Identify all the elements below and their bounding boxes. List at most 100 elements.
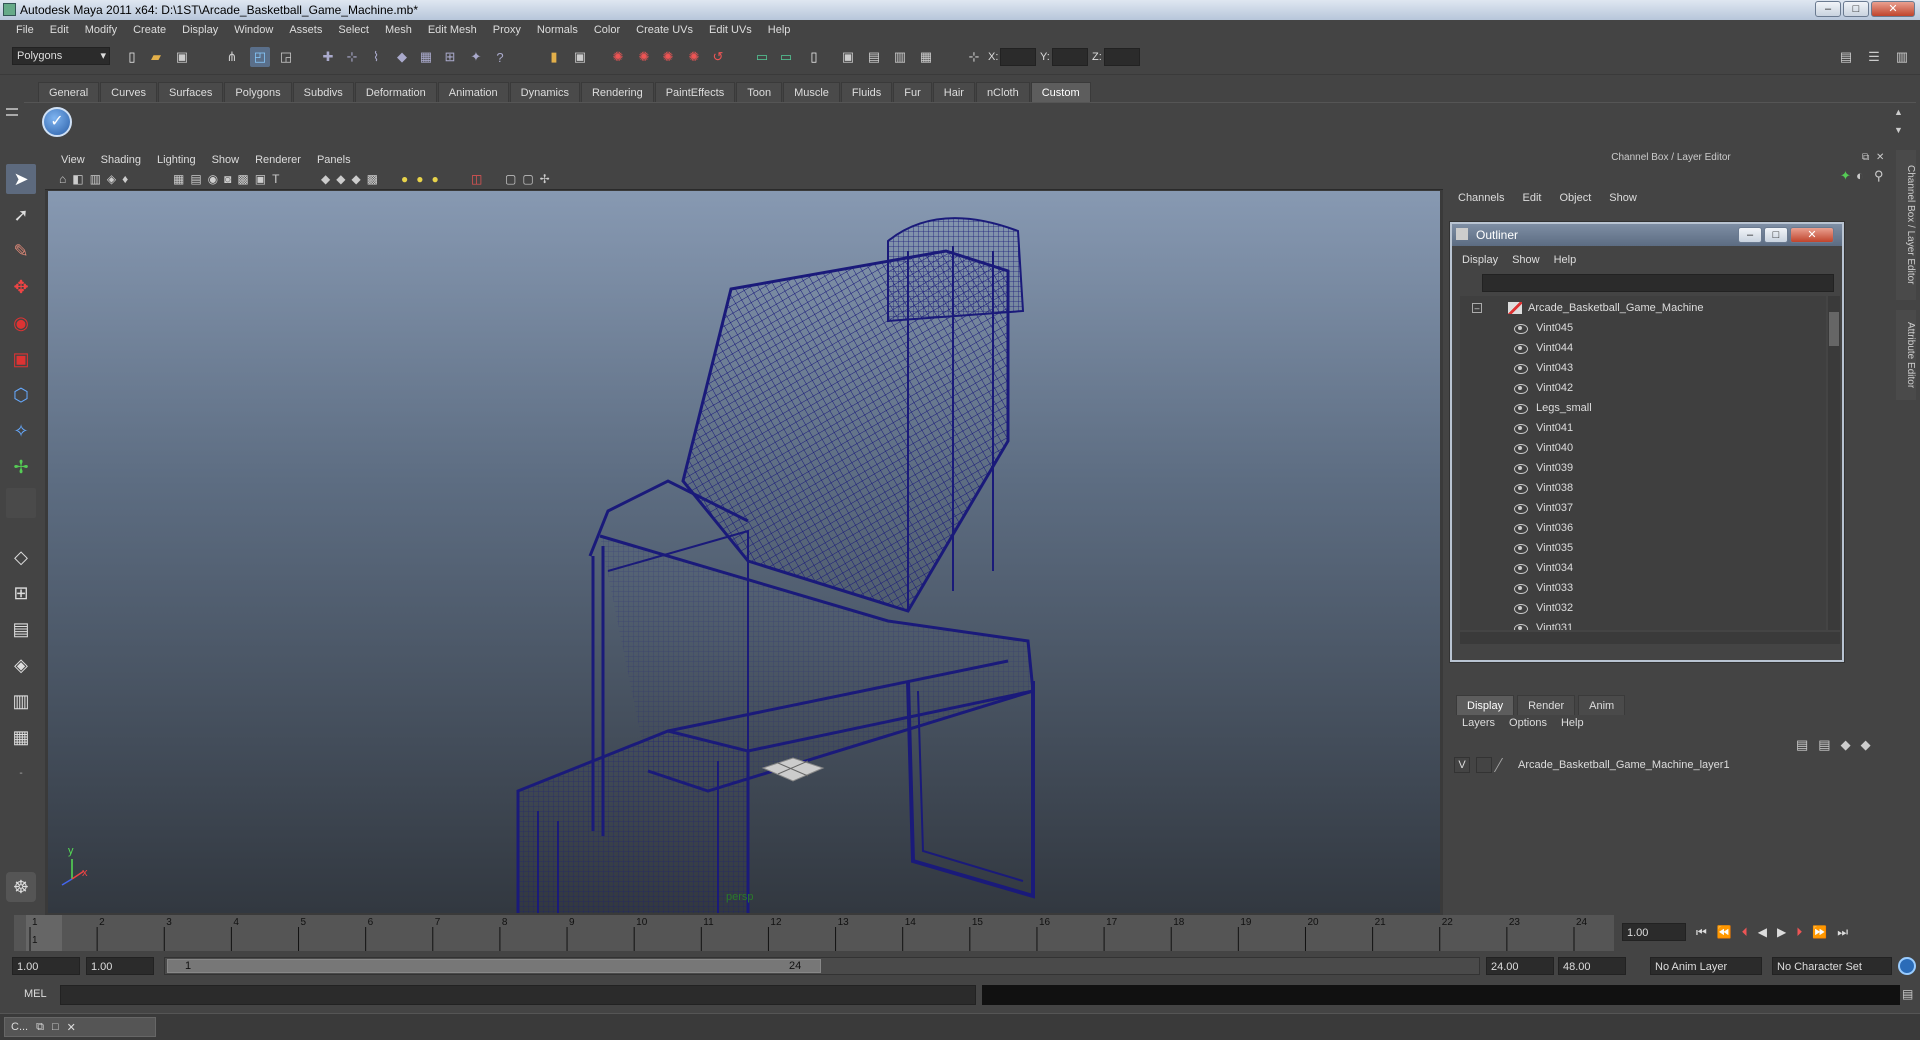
select-component-icon[interactable]: ◲ xyxy=(276,47,296,67)
outliner-item[interactable]: Vint033 xyxy=(1468,578,1826,598)
move-tool-icon[interactable]: ✥ xyxy=(6,272,36,302)
side-tab-channel-box[interactable]: Channel Box / Layer Editor xyxy=(1896,150,1916,300)
layer-menu-help[interactable]: Help xyxy=(1561,717,1584,729)
channel-sync-icon[interactable]: ◐ xyxy=(1856,168,1864,183)
go-to-end-icon[interactable]: ⏭ xyxy=(1837,925,1848,940)
open-scene-icon[interactable]: ▰ xyxy=(146,47,166,67)
select-object-icon[interactable]: ◰ xyxy=(250,47,270,67)
outliner-item[interactable]: Legs_small xyxy=(1468,398,1826,418)
shelf-tab-deformation[interactable]: Deformation xyxy=(354,82,437,102)
range-handle[interactable] xyxy=(167,959,821,973)
outliner-minimize-button[interactable]: – xyxy=(1738,227,1762,243)
snap-curve-icon[interactable]: ⊹ xyxy=(342,47,362,67)
menu-edit-uvs[interactable]: Edit UVs xyxy=(701,24,760,36)
side-tab-attribute-editor[interactable]: Attribute Editor xyxy=(1896,310,1916,400)
lasso-tool-icon[interactable]: ➚ xyxy=(6,200,36,230)
viewport-menu-show[interactable]: Show xyxy=(204,154,248,166)
shelf-tab-rendering[interactable]: Rendering xyxy=(580,82,654,102)
menu-normals[interactable]: Normals xyxy=(529,24,586,36)
outliner-vscroll-thumb[interactable] xyxy=(1829,312,1839,346)
single-perspective-layout-icon[interactable]: ◇ xyxy=(6,542,36,572)
outliner-item[interactable]: Vint045 xyxy=(1468,318,1826,338)
time-slider[interactable]: 1 2 3 4 5 6 7 8 9 10 11 12 13 14 15 16 17 18 19 20 21 22 23 24 1… xyxy=(0,915,1920,951)
outliner-filter-input[interactable] xyxy=(1482,274,1834,292)
outliner-item[interactable]: Vint037 xyxy=(1468,498,1826,518)
layer-playback-toggle[interactable] xyxy=(1476,757,1492,773)
outliner-item[interactable]: Vint038 xyxy=(1468,478,1826,498)
outliner-titlebar[interactable]: Outliner – □ ✕ xyxy=(1452,224,1842,246)
menu-create[interactable]: Create xyxy=(125,24,174,36)
last-tool-icon[interactable] xyxy=(6,488,36,518)
channel-keyframe-icon[interactable]: ✦ xyxy=(1840,168,1851,184)
paint-select-tool-icon[interactable]: ✎ xyxy=(6,236,36,266)
layer-tab-display[interactable]: Display xyxy=(1456,695,1515,715)
layer-color-swatch[interactable] xyxy=(1493,758,1517,772)
select-tool-icon[interactable]: ➤ xyxy=(6,164,36,194)
ipr-render-icon[interactable]: ✺ xyxy=(608,47,628,67)
restore-icon[interactable]: ⧉ xyxy=(36,1021,44,1034)
render-region-icon[interactable]: ▣ xyxy=(570,47,590,67)
playback-end-field[interactable]: 24.00 xyxy=(1486,957,1554,975)
menu-proxy[interactable]: Proxy xyxy=(485,24,529,36)
outliner-menu-help[interactable]: Help xyxy=(1554,254,1577,266)
menu-assets[interactable]: Assets xyxy=(281,24,330,36)
sequence-icon[interactable]: ▭ xyxy=(752,47,772,67)
y-field[interactable] xyxy=(1052,48,1088,66)
tool-settings-icon[interactable]: ▦ xyxy=(916,47,936,67)
save-scene-icon[interactable]: ▣ xyxy=(172,47,192,67)
layout-toggle-icon[interactable]: ▤ xyxy=(864,47,884,67)
playback-start-field[interactable]: 1.00 xyxy=(86,957,154,975)
manipulator-tool-icon[interactable]: ⬡ xyxy=(6,380,36,410)
scale-tool-icon[interactable]: ▣ xyxy=(6,344,36,374)
shelf-tab-fur[interactable]: Fur xyxy=(893,82,932,102)
shelf-tab-hair[interactable]: Hair xyxy=(932,82,975,102)
auto-key-icon[interactable] xyxy=(1898,957,1916,975)
close-button[interactable]: ✕ xyxy=(1871,1,1915,17)
new-scene-icon[interactable]: ▯ xyxy=(122,47,142,67)
outliner-item[interactable]: Vint042 xyxy=(1468,378,1826,398)
minimize-button[interactable]: – xyxy=(1815,1,1841,17)
graph-layout-icon[interactable]: ▦ xyxy=(6,722,36,752)
viewport-menu-renderer[interactable]: Renderer xyxy=(247,154,309,166)
shelf-tab-surfaces[interactable]: Surfaces xyxy=(157,82,224,102)
outliner-item[interactable]: Vint040 xyxy=(1468,438,1826,458)
snap-view-icon[interactable]: ◆ xyxy=(392,47,412,67)
menu-create-uvs[interactable]: Create UVs xyxy=(628,24,701,36)
menu-edit[interactable]: Edit xyxy=(42,24,77,36)
shelf-tab-muscle[interactable]: Muscle xyxy=(783,82,840,102)
maximize-button[interactable]: □ xyxy=(1843,1,1869,17)
menu-modify[interactable]: Modify xyxy=(77,24,125,36)
viewport-menu-shading[interactable]: Shading xyxy=(93,154,149,166)
panel-toggle-icon[interactable]: ▣ xyxy=(838,47,858,67)
hypershade-layout-icon[interactable]: ▥ xyxy=(6,686,36,716)
animation-end-field[interactable]: 48.00 xyxy=(1558,957,1626,975)
shelf-scroll-down-icon[interactable]: ▼ xyxy=(1894,125,1903,135)
shelf-tab-animation[interactable]: Animation xyxy=(437,82,509,102)
outliner-menu-show[interactable]: Show xyxy=(1512,254,1540,266)
anim-layer-select[interactable]: No Anim Layer xyxy=(1650,957,1762,975)
snap-live-icon[interactable]: ⊞ xyxy=(440,47,460,67)
maya-logo-icon[interactable]: ☸ xyxy=(6,872,36,902)
shelf-tab-fluids[interactable]: Fluids xyxy=(840,82,893,102)
perspective-graph-layout-icon[interactable]: ◈ xyxy=(6,650,36,680)
shelf-scroll-up-icon[interactable]: ▲ xyxy=(1894,107,1903,117)
layer-create-icons[interactable]: ▤▤◆◆ xyxy=(1796,737,1881,753)
minimized-window[interactable]: C... ⧉ □ ✕ xyxy=(4,1017,156,1037)
help-line-icon[interactable]: ? xyxy=(490,47,510,67)
outliner-toggle-icon[interactable]: ▥ xyxy=(890,47,910,67)
shelf-tab-ncloth[interactable]: nCloth xyxy=(975,82,1030,102)
go-to-start-icon[interactable]: ⏮ xyxy=(1696,925,1707,940)
render-settings-icon[interactable]: ✺ xyxy=(634,47,654,67)
outliner-maximize-button[interactable]: □ xyxy=(1764,227,1788,243)
x-field[interactable] xyxy=(1000,48,1036,66)
range-track[interactable]: 1 24 xyxy=(164,957,1480,975)
outliner-close-button[interactable]: ✕ xyxy=(1790,227,1834,243)
attribute-editor-toggle-icon[interactable]: ▯ xyxy=(804,47,824,67)
layer-name[interactable]: Arcade_Basketball_Game_Machine_layer1 xyxy=(1518,759,1730,771)
viewport-menu-panels[interactable]: Panels xyxy=(309,154,359,166)
attribute-editor-icon[interactable]: ▤ xyxy=(1836,47,1856,67)
shelf-tab-polygons[interactable]: Polygons xyxy=(224,82,292,102)
transform-input-icon[interactable]: ⊹ xyxy=(964,47,984,67)
script-editor-icon[interactable]: ▤ xyxy=(1902,987,1913,1001)
channel-menu-object[interactable]: Object xyxy=(1559,192,1591,204)
